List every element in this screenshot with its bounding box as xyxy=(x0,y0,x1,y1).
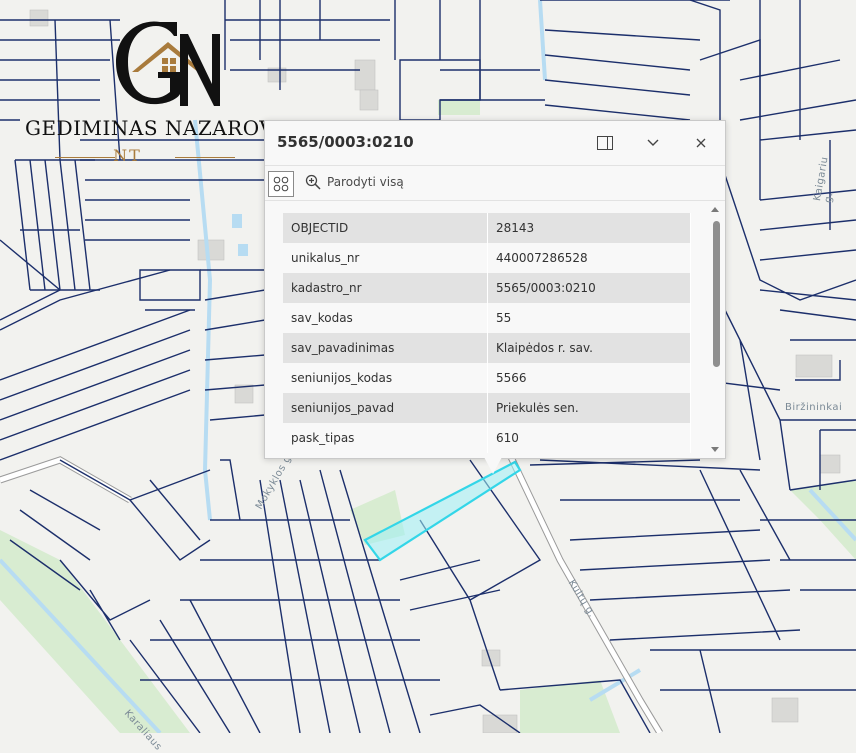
building xyxy=(197,239,225,261)
table-row: unikalus_nr 440007286528 xyxy=(283,243,691,273)
dock-icon xyxy=(597,136,613,150)
zoom-to-label: Parodyti visą xyxy=(327,175,404,189)
attr-value: 610 xyxy=(487,423,691,453)
close-button[interactable] xyxy=(689,131,713,155)
zoom-to-button[interactable]: Parodyti visą xyxy=(305,174,404,190)
attr-value: 5566 xyxy=(487,363,691,393)
attr-value: 5565/0003:0210 xyxy=(487,273,691,303)
attr-key: sav_kodas xyxy=(283,303,488,333)
map-label-birzininkai: Biržininkai xyxy=(785,402,843,413)
green-area xyxy=(438,100,480,115)
popup-pointer xyxy=(484,457,502,474)
attr-key: sav_pavadinimas xyxy=(283,333,488,363)
attr-key: seniunijos_kodas xyxy=(283,363,488,393)
building xyxy=(482,714,518,733)
building xyxy=(819,454,841,474)
attr-value: Priekulės sen. xyxy=(487,393,691,423)
table-row: OBJECTID 28143 xyxy=(283,213,691,243)
attr-key: kadastro_nr xyxy=(283,273,488,303)
table-row: sav_kodas 55 xyxy=(283,303,691,333)
scrollbar-thumb[interactable] xyxy=(713,221,720,367)
popup-toolbar: Parodyti visą xyxy=(265,166,725,201)
chevron-down-icon xyxy=(647,139,659,146)
attribute-table: OBJECTID 28143 unikalus_nr 440007286528 ka… xyxy=(283,213,691,453)
grid-icon xyxy=(273,176,289,192)
attr-key: seniunijos_pavad xyxy=(283,393,488,423)
building xyxy=(771,697,799,723)
brand-suffix: NT xyxy=(113,146,142,165)
pond xyxy=(232,214,242,228)
attr-key: OBJECTID xyxy=(283,213,488,243)
dock-button[interactable] xyxy=(593,131,617,155)
attr-key: unikalus_nr xyxy=(283,243,488,273)
attr-value: 28143 xyxy=(487,213,691,243)
brand-logo: GEDIMINAS NAZAROVAS NT xyxy=(20,12,302,172)
building xyxy=(359,89,379,111)
brand-name: GEDIMINAS NAZAROVAS xyxy=(25,116,303,140)
pond xyxy=(238,244,248,256)
actions-menu-button[interactable] xyxy=(268,171,294,197)
scroll-up-icon[interactable] xyxy=(711,207,719,212)
table-row: pask_tipas 610 xyxy=(283,423,691,453)
attr-value: 55 xyxy=(487,303,691,333)
gn-monogram-icon xyxy=(116,21,220,106)
attr-value: 440007286528 xyxy=(487,243,691,273)
collapse-button[interactable] xyxy=(641,131,665,155)
scroll-down-icon[interactable] xyxy=(711,447,719,452)
building xyxy=(354,59,376,91)
table-row: sav_pavadinimas Klaipėdos r. sav. xyxy=(283,333,691,363)
table-row: seniunijos_kodas 5566 xyxy=(283,363,691,393)
zoom-in-icon xyxy=(305,174,321,190)
brand-divider xyxy=(175,157,235,158)
attribute-table-wrap: OBJECTID 28143 unikalus_nr 440007286528 ka… xyxy=(283,213,691,458)
close-icon xyxy=(696,138,706,148)
attr-value: Klaipėdos r. sav. xyxy=(487,333,691,363)
feature-popup: 5565/0003:0210 Parodyti visą OBJECTID 281… xyxy=(264,120,726,459)
attr-key: pask_tipas xyxy=(283,423,488,453)
building xyxy=(795,354,833,378)
popup-title: 5565/0003:0210 xyxy=(277,133,414,151)
popup-header: 5565/0003:0210 xyxy=(265,121,725,166)
table-row: seniunijos_pavad Priekulės sen. xyxy=(283,393,691,423)
table-row: kadastro_nr 5565/0003:0210 xyxy=(283,273,691,303)
